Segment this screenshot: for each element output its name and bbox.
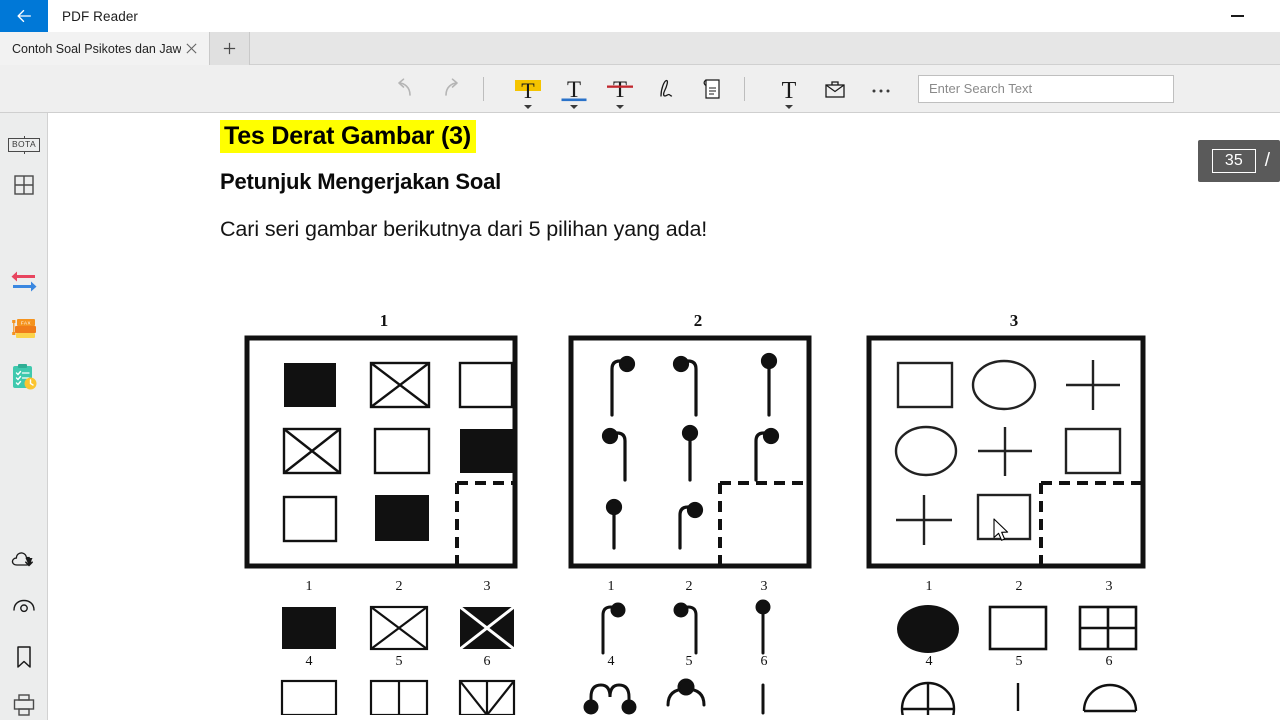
search-box[interactable] [918, 74, 1174, 103]
puzzle-number: 1 [379, 311, 389, 330]
bota-icon: BOTA [7, 136, 41, 155]
underline-text-icon: T [561, 77, 587, 102]
option-number: 3 [1105, 579, 1113, 594]
back-button[interactable] [0, 0, 48, 32]
option-number: 6 [760, 654, 768, 669]
cloud-download-icon [11, 552, 33, 567]
option-number: 4 [925, 654, 933, 669]
chevron-down-icon[interactable] [524, 104, 532, 109]
highlight-text-icon: T [515, 78, 541, 103]
svg-text:T: T [613, 77, 627, 102]
freehand-draw-button[interactable] [643, 66, 689, 112]
option-number: 2 [1015, 579, 1023, 594]
option-number: 6 [483, 654, 491, 669]
puzzle-2-grid [568, 335, 812, 569]
puzzle-3: 3 1 2 3 4 5 6 [866, 311, 1162, 715]
sidebar-item-view[interactable] [0, 585, 48, 629]
puzzle-number: 3 [1009, 311, 1019, 330]
undo-button[interactable] [382, 66, 428, 112]
option-number: 1 [607, 579, 615, 594]
sidebar-item-tasks[interactable] [0, 355, 48, 399]
toolbar-separator-2 [744, 76, 745, 101]
sidebar-item-fax[interactable]: FAX [0, 307, 48, 351]
toolbar: T T T T Enter Search Text [0, 65, 1280, 113]
chevron-down-icon[interactable] [785, 104, 793, 109]
sidebar-item-cloud-download[interactable] [0, 538, 48, 582]
redo-icon [445, 77, 458, 96]
tab-document[interactable]: Contoh Soal Psikotes dan Jawab... [0, 32, 210, 65]
chevron-down-icon[interactable] [570, 104, 578, 109]
grid-thumbnails-icon [14, 175, 34, 195]
puzzle-2: 2 1 2 3 4 5 6 [568, 311, 828, 715]
ellipsis-icon [872, 89, 890, 92]
option-number: 4 [607, 654, 615, 669]
undo-icon [398, 77, 411, 96]
sidebar-item-bota[interactable]: BOTA [0, 123, 48, 167]
puzzle-1-options [280, 605, 516, 715]
redo-button[interactable] [428, 66, 474, 112]
puzzle-1: 1 1 2 3 4 5 6 [244, 311, 524, 715]
add-text-button[interactable]: T [766, 66, 812, 112]
option-number: 2 [685, 579, 693, 594]
option-number: 6 [1105, 654, 1113, 669]
bookmark-icon [17, 646, 31, 668]
option-number: 5 [1015, 654, 1023, 669]
pen-squiggle-icon [660, 79, 673, 97]
tab-strip: Contoh Soal Psikotes dan Jawab... [0, 32, 1280, 65]
sidebar-item-bookmark[interactable] [0, 635, 48, 679]
strikethrough-text-button[interactable]: T [597, 66, 643, 112]
tab-strip-empty-area [250, 32, 1280, 64]
printer-icon [13, 694, 35, 716]
more-button[interactable] [858, 66, 904, 112]
toolbar-separator-1 [483, 76, 484, 101]
puzzle-figures: 1 1 2 3 4 5 6 2 1 2 3 4 5 6 3 1 2 3 4 5 … [48, 113, 1280, 720]
option-number: 3 [760, 579, 768, 594]
tab-label: Contoh Soal Psikotes dan Jawab... [12, 41, 181, 56]
note-icon [703, 78, 720, 99]
puzzle-3-options [897, 605, 1138, 715]
svg-text:T: T [521, 78, 535, 103]
underline-text-button[interactable]: T [551, 66, 597, 112]
search-input[interactable] [929, 81, 1163, 96]
option-number: 3 [483, 579, 491, 594]
pdf-reader-window: PDF Reader Contoh Soal Psikotes dan Jawa… [0, 0, 1280, 720]
svg-text:T: T [567, 77, 581, 102]
new-tab-button[interactable] [210, 32, 250, 65]
puzzle-2-options [583, 599, 771, 715]
minimize-button[interactable] [1214, 0, 1260, 32]
app-title: PDF Reader [62, 8, 139, 24]
strikethrough-text-icon: T [607, 77, 633, 102]
title-bar: PDF Reader [0, 0, 1280, 32]
chevron-down-icon[interactable] [616, 104, 624, 109]
fax-machine-icon: FAX [12, 319, 36, 338]
plus-icon [223, 42, 236, 55]
sidebar-item-thumbnails[interactable] [0, 163, 48, 207]
close-icon[interactable] [181, 39, 201, 59]
document-page: Tes Derat Gambar (3) Petunjuk Mengerjaka… [48, 113, 1280, 720]
note-button[interactable] [689, 66, 735, 112]
swap-arrows-icon [11, 271, 37, 292]
eye-icon [13, 599, 35, 613]
svg-text:FAX: FAX [21, 321, 31, 326]
briefcase-icon [825, 80, 845, 98]
option-number: 5 [395, 654, 403, 669]
sidebar-item-convert[interactable] [0, 259, 48, 303]
option-number: 1 [305, 579, 313, 594]
option-number: 4 [305, 654, 313, 669]
option-number: 2 [395, 579, 403, 594]
back-arrow-icon [17, 9, 31, 23]
stamp-button[interactable] [812, 66, 858, 112]
option-number: 1 [925, 579, 933, 594]
highlight-text-button[interactable]: T [505, 66, 551, 112]
mouse-pointer [993, 518, 1011, 549]
clipboard-clock-icon [13, 364, 37, 390]
puzzle-number: 2 [693, 311, 703, 330]
svg-text:T: T [782, 78, 797, 104]
puzzle-1-grid [244, 335, 518, 569]
option-number: 5 [685, 654, 693, 669]
left-sidebar: BOTA FAX [0, 113, 48, 720]
text-T-icon: T [782, 78, 797, 104]
minimize-icon [1230, 15, 1244, 17]
sidebar-item-print[interactable] [0, 683, 48, 720]
